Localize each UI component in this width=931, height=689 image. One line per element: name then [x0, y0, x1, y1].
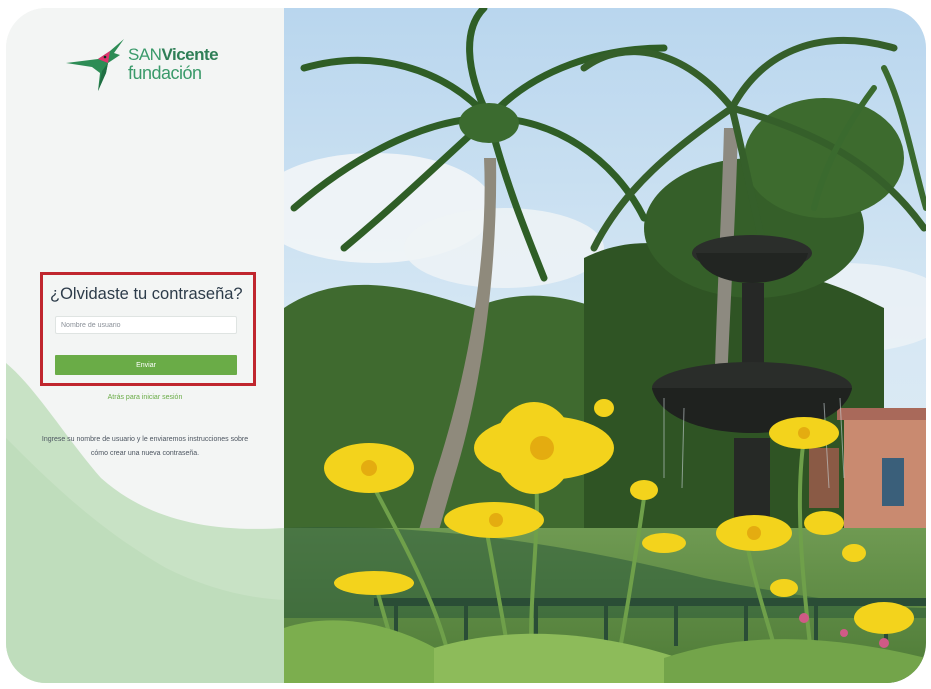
brand-logo[interactable]: SANVicente fundación [64, 33, 234, 103]
submit-button[interactable]: Enviar [55, 355, 237, 375]
forgot-password-form: ¿Olvidaste tu contraseña? Enviar [40, 272, 256, 386]
left-panel: SANVicente fundación ¿Olvidaste tu contr… [6, 8, 284, 683]
page-title: ¿Olvidaste tu contraseña? [50, 285, 243, 303]
logo-text-san-vicente: SANVicente [128, 45, 219, 65]
background-photo [284, 8, 926, 683]
instructions-line-1: Ingrese su nombre de usuario y le enviar… [41, 436, 249, 443]
username-input[interactable] [55, 316, 237, 334]
palm-fountain-photo-icon [284, 8, 926, 683]
login-frame: SANVicente fundación ¿Olvidaste tu contr… [6, 8, 926, 683]
instructions-text: Ingrese su nombre de usuario y le enviar… [6, 433, 284, 461]
hummingbird-logo-icon [66, 39, 124, 91]
logo-text-vicente: Vicente [161, 45, 219, 64]
instructions-line-2: cómo crear una nueva contraseña. [90, 450, 200, 457]
logo-text-san: SAN [128, 45, 162, 64]
logo-text-fundacion: fundación [128, 63, 202, 83]
back-to-login-link[interactable]: Atrás para iniciar sesión [6, 394, 284, 401]
